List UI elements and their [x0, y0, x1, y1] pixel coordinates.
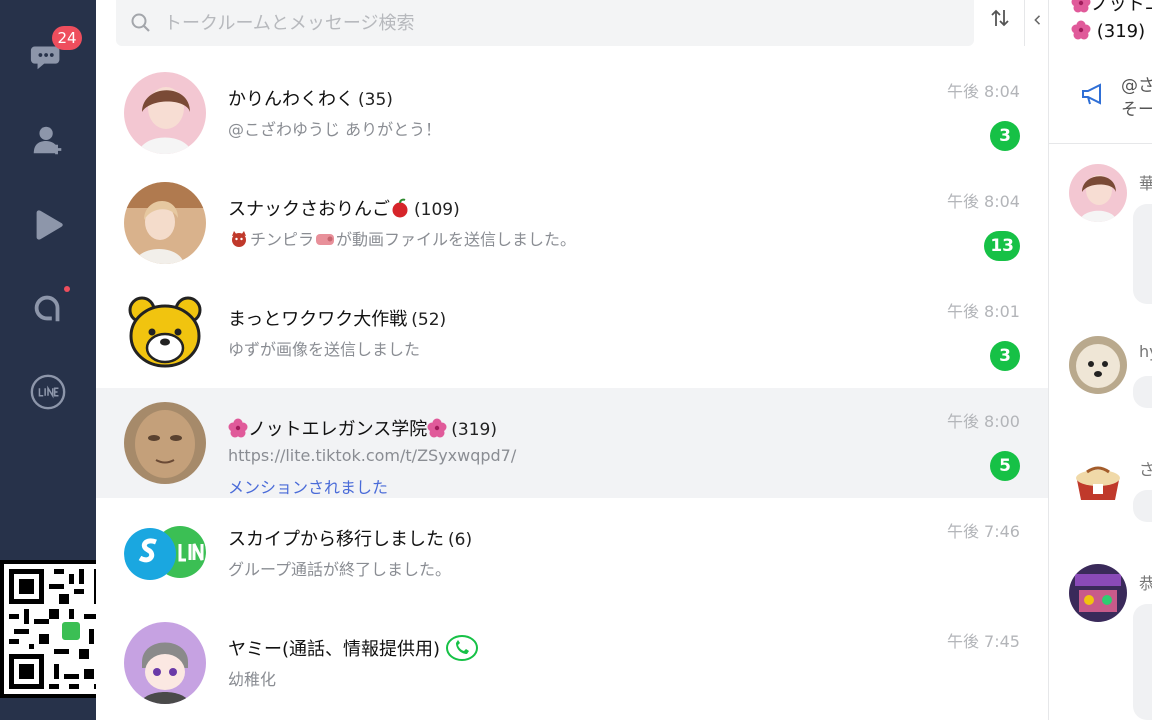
avatar — [124, 622, 206, 704]
chat-title: まっとワクワク大作戦 (52) — [228, 309, 447, 330]
devil-emoji-icon — [232, 231, 246, 247]
message-sender-name: 恭 — [1139, 574, 1152, 593]
chat-preview: https://lite.tiktok.com/t/ZSyxwqpd7/ — [228, 446, 517, 465]
voom-nav-button[interactable] — [24, 200, 72, 248]
chat-preview: ゆずが画像を送信しました — [228, 340, 421, 359]
chat-row[interactable]: ヤミー(通話、情報提供用) 幼稚化 午後 7:45 — [96, 608, 1048, 718]
chats-nav-button[interactable]: 24 — [24, 26, 82, 80]
add-friend-nav-button[interactable] — [24, 116, 72, 164]
chat-room-title: ノットエ — [1071, 0, 1152, 16]
chat-title: かりんわくわく (35) — [228, 89, 393, 110]
hibiscus-emoji-icon — [427, 418, 447, 438]
search-bar[interactable] — [116, 0, 974, 46]
message-bubble — [1133, 604, 1152, 720]
message-sender-name: 華 — [1139, 174, 1152, 193]
hibiscus-emoji-icon — [1071, 20, 1091, 40]
chat-time: 午後 8:01 — [946, 302, 1020, 321]
line-logo-icon — [30, 374, 66, 410]
chat-preview: @こざわゆうじ ありがとう！ — [228, 120, 442, 139]
message-avatar[interactable] — [1069, 164, 1127, 222]
hibiscus-emoji-icon — [228, 418, 248, 438]
message-bubble — [1133, 490, 1152, 522]
chat-time: 午後 7:45 — [946, 632, 1020, 651]
chat-time: 午後 8:04 — [946, 82, 1020, 101]
chat-room-member-count: (319) — [1071, 20, 1145, 42]
avatar — [124, 292, 206, 374]
unread-badge: 5 — [990, 451, 1020, 481]
chat-time: 午後 7:46 — [946, 522, 1020, 541]
mention-notice: メンションされました — [228, 478, 389, 497]
pig-emoji-icon — [316, 234, 335, 245]
message-sender-name: さ — [1139, 460, 1152, 479]
chat-row[interactable]: まっとワクワク大作戦 (52) ゆずが画像を送信しました 午後 8:01 3 — [96, 278, 1048, 388]
chat-preview: チンピラ が動画ファイルを送信しました。 — [228, 226, 576, 250]
voom-play-icon — [36, 210, 63, 240]
search-input[interactable] — [164, 12, 864, 34]
openchat-icon — [34, 295, 60, 322]
unread-badge: 3 — [990, 341, 1020, 371]
chat-list: かりんわくわく (35) @こざわゆうじ ありがとう！ 午後 8:04 3 スナッ… — [96, 58, 1048, 718]
add-friend-icon — [33, 126, 62, 155]
search-icon — [131, 13, 150, 32]
message-bubble — [1133, 376, 1152, 408]
chat-list-panel: かりんわくわく(35) @こざわゆうじ ありがとう！ 午後 8:04 3 スナッ… — [96, 0, 1048, 720]
avatar — [124, 512, 206, 594]
openchat-nav-button[interactable] — [24, 284, 72, 332]
sort-button[interactable] — [986, 4, 1014, 32]
unread-badge: 3 — [990, 121, 1020, 151]
chevron-left-icon — [1033, 15, 1040, 25]
apple-emoji-icon — [392, 198, 408, 218]
avatar — [124, 182, 206, 264]
unread-total-badge: 24 — [52, 26, 82, 50]
phone-icon — [446, 635, 479, 661]
sort-arrows-icon — [991, 9, 1009, 27]
chat-title: スカイプから移行しました (6) — [228, 529, 473, 550]
collapse-panel-button[interactable] — [1024, 0, 1048, 46]
chat-row[interactable]: スナックさおりんご (109) チンピラ が動画ファイルを送信しました。 午後 8:… — [96, 168, 1048, 278]
avatar — [124, 72, 206, 154]
chat-time: 午後 8:00 — [946, 412, 1020, 431]
announcement-text[interactable]: @さ そーう — [1121, 74, 1152, 122]
chat-time: 午後 8:04 — [946, 192, 1020, 211]
line-nav-button[interactable] — [24, 368, 72, 416]
chat-preview: グループ通話が終了しました。 — [228, 560, 452, 579]
chat-title: ノットエレガンス学院 (319) — [228, 415, 497, 441]
megaphone-icon — [1082, 83, 1101, 105]
message-avatar[interactable] — [1069, 450, 1127, 508]
message-sender-name: hy — [1139, 342, 1152, 361]
unread-badge: 13 — [984, 231, 1020, 261]
chat-room-panel: ノットエ (319) @さ そーう 華 hy さ 恭 — [1048, 0, 1152, 720]
message-avatar[interactable] — [1069, 336, 1127, 394]
avatar — [124, 402, 206, 484]
message-avatar[interactable] — [1069, 564, 1127, 622]
chat-row[interactable]: かりんわくわく (35) @こざわゆうじ ありがとう！ 午後 8:04 3 — [96, 58, 1048, 168]
chat-title: ヤミー(通話、情報提供用) — [228, 635, 479, 661]
chat-row-selected[interactable]: ノットエレガンス学院 (319) https://lite.tiktok.com/… — [96, 388, 1048, 498]
hibiscus-emoji-icon — [1071, 0, 1091, 13]
chat-row[interactable]: スカイプから移行しました (6) グループ通話が終了しました。 午後 7:46 — [96, 498, 1048, 608]
line-logo-icon — [60, 620, 82, 642]
message-bubble — [1133, 204, 1152, 304]
chat-preview: 幼稚化 — [228, 670, 277, 689]
chat-room-header: ノットエ (319) @さ そーう — [1049, 0, 1152, 144]
new-indicator-dot — [64, 286, 70, 292]
chat-title: スナックさおりんご (109) — [228, 198, 460, 220]
